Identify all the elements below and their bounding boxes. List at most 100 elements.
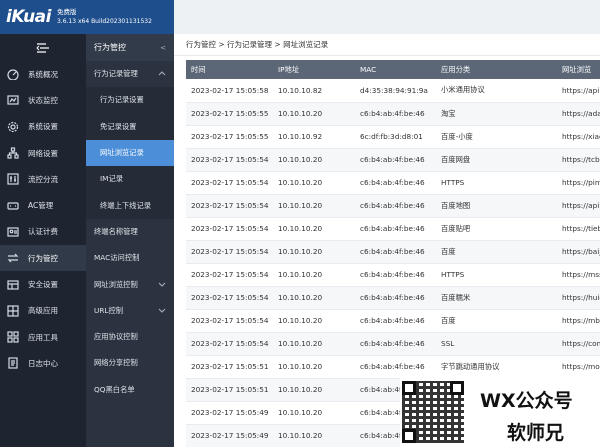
table-row[interactable]: 2023-02-17 15:05:55 10.10.10.20 c6:b4:ab:4… [186, 102, 600, 126]
table-cell: https://tieb [557, 217, 600, 241]
sidebar-collapse-icon[interactable] [0, 34, 86, 61]
sidebar-item[interactable]: 行为管控 [0, 245, 86, 272]
table-row[interactable]: 2023-02-17 15:05:58 10.10.10.82 d4:35:38:9… [186, 79, 600, 103]
sidebar-item[interactable]: 系统概况 [0, 61, 86, 87]
submenu-item[interactable]: 终端名称管理 [86, 219, 174, 245]
secondary-menu: 行为管控 < 行为记录管理行为记录设置 免记录设置网址浏览记录 IM记录终端上下线记… [86, 34, 174, 447]
table-row[interactable]: 2023-02-17 15:05:54 10.10.10.20 c6:b4:ab:4… [186, 194, 600, 218]
sidebar-item-label: 认证计费 [28, 227, 58, 237]
submenu-item[interactable]: 应用协议控制 [86, 324, 174, 350]
submenu-item[interactable]: 网址浏览控制 [86, 271, 174, 297]
submenu-item[interactable]: 免记录设置 [86, 113, 174, 140]
table-cell: c6:b4:ab:4f:be:46 [355, 102, 436, 126]
qr-corner [402, 429, 416, 443]
sidebar-item-label: 流控分流 [28, 174, 58, 184]
table-cell: c6:b4:ab:4f:be:46 [355, 217, 436, 241]
sidebar-item-label: 高级应用 [28, 306, 58, 316]
table-cell: 百度糯米 [436, 286, 557, 310]
table-cell: 10.10.10.92 [273, 125, 355, 149]
secondary-menu-header: 行为管控 < [86, 34, 174, 61]
log-icon [6, 356, 20, 370]
table-cell: c6:b4:ab:4f:be:46 [355, 263, 436, 287]
submenu-item[interactable]: URL控制 [86, 298, 174, 324]
table-row[interactable]: 2023-02-17 15:05:54 10.10.10.20 c6:b4:ab:4… [186, 148, 600, 172]
sidebar-item[interactable]: 安全设置 [0, 271, 86, 297]
sidebar-item[interactable]: 网络设置 [0, 140, 86, 166]
table-cell: https://mss [557, 263, 600, 287]
submenu-item[interactable]: 行为记录管理 [86, 61, 174, 87]
table-cell: 字节跳动通用协议 [436, 355, 557, 379]
table-cell: d4:35:38:94:91:9a [355, 79, 436, 103]
submenu-item[interactable]: QQ黑白名单 [86, 377, 174, 403]
table-row[interactable]: 2023-02-17 15:05:54 10.10.10.20 c6:b4:ab:4… [186, 332, 600, 356]
qr-corner [450, 381, 464, 395]
submenu-item[interactable]: MAC访问控制 [86, 245, 174, 271]
column-header[interactable]: 应用分类 [436, 60, 557, 79]
submenu-item-label: QQ黑白名单 [94, 384, 135, 394]
table-cell: c6:b4:ab:4f:be:46 [355, 194, 436, 218]
sidebar-item[interactable]: 流控分流 [0, 166, 86, 192]
column-header[interactable]: MAC [355, 60, 436, 79]
sidebar-item[interactable]: 系统设置 [0, 114, 86, 140]
table-cell: c6:b4:ab:4f:be:46 [355, 148, 436, 172]
table-cell: 10.10.10.20 [273, 217, 355, 241]
table-row[interactable]: 2023-02-17 15:05:51 10.10.10.20 c6:b4:ab:4… [186, 355, 600, 379]
submenu-item-label: 网址浏览记录 [100, 148, 144, 158]
column-header[interactable]: 网址浏览 [557, 60, 600, 79]
table-row[interactable]: 2023-02-17 15:05:54 10.10.10.20 c6:b4:ab:4… [186, 217, 600, 241]
table-cell: 小米通用协议 [436, 79, 557, 103]
table-cell: 10.10.10.20 [273, 355, 355, 379]
submenu-item[interactable]: 网址浏览记录 [86, 139, 174, 167]
tools-icon [6, 330, 20, 344]
table-cell: 淘宝 [436, 102, 557, 126]
table-cell: 2023-02-17 15:05:55 [186, 102, 273, 126]
table-cell: https://tcbc [557, 148, 600, 172]
auth-icon [6, 225, 20, 239]
chevron-down-icon [158, 307, 166, 315]
submenu-item-label: IM记录 [100, 174, 124, 184]
column-header[interactable]: IP地址 [273, 60, 355, 79]
main-sidebar: 系统概况状态监控系统设置网络设置流控分流 AC管理认证计费行为管控 安全设置高级应用… [0, 34, 86, 447]
table-cell: https://mor [557, 355, 600, 379]
sidebar-item[interactable]: 日志中心 [0, 350, 86, 376]
submenu-item[interactable]: IM记录 [86, 166, 174, 193]
table-cell: c6:b4:ab:4f:be:46 [355, 355, 436, 379]
table-row[interactable]: 2023-02-17 15:05:54 10.10.10.20 c6:b4:ab:4… [186, 240, 600, 264]
sidebar-item[interactable]: 应用工具 [0, 324, 86, 350]
chevron-left-icon[interactable]: < [160, 44, 166, 52]
submenu-item[interactable]: 网络分享控制 [86, 350, 174, 376]
table-row[interactable]: 2023-02-17 15:05:54 10.10.10.20 c6:b4:ab:4… [186, 286, 600, 310]
submenu-item-label: 网络分享控制 [94, 358, 138, 368]
table-row[interactable]: 2023-02-17 15:05:54 10.10.10.20 c6:b4:ab:4… [186, 263, 600, 287]
table-cell: 10.10.10.20 [273, 424, 355, 447]
submenu-item-label: 行为记录设置 [100, 95, 144, 105]
table-cell: 2023-02-17 15:05:51 [186, 355, 273, 379]
table-cell: 10.10.10.20 [273, 194, 355, 218]
security-icon [6, 278, 20, 292]
table-row[interactable]: 2023-02-17 15:05:55 10.10.10.92 6c:df:fb:3… [186, 125, 600, 149]
sidebar-item-label: 系统设置 [28, 122, 58, 132]
table-row[interactable]: 2023-02-17 15:05:54 10.10.10.20 c6:b4:ab:4… [186, 309, 600, 333]
table-cell: 2023-02-17 15:05:54 [186, 286, 273, 310]
table-cell: 2023-02-17 15:05:58 [186, 79, 273, 103]
sidebar-item[interactable]: 状态监控 [0, 87, 86, 113]
column-header[interactable]: 时间 [186, 60, 273, 79]
watermark: WX公众号 软师兄 [400, 378, 600, 447]
table-cell: c6:b4:ab:4f:be:46 [355, 240, 436, 264]
submenu-item-label: 网址浏览控制 [94, 279, 138, 289]
table-cell: 百度 [436, 309, 557, 333]
table-cell: 2023-02-17 15:05:54 [186, 263, 273, 287]
submenu-item[interactable]: 行为记录设置 [86, 87, 174, 114]
sidebar-item[interactable]: AC管理 [0, 192, 86, 218]
table-row[interactable]: 2023-02-17 15:05:54 10.10.10.20 c6:b4:ab:4… [186, 171, 600, 195]
sidebar-item-label: 系统概况 [28, 69, 58, 79]
table-cell: 2023-02-17 15:05:55 [186, 125, 273, 149]
edition-label: 免费版 [56, 8, 77, 16]
submenu-item-label: 免记录设置 [100, 121, 137, 131]
sidebar-item[interactable]: 认证计费 [0, 219, 86, 245]
sidebar-item[interactable]: 高级应用 [0, 298, 86, 324]
table-cell: 2023-02-17 15:05:51 [186, 378, 273, 402]
submenu-item[interactable]: 终端上下线记录 [86, 192, 174, 219]
table-cell: https://xiac [557, 125, 600, 149]
table-cell: 10.10.10.20 [273, 286, 355, 310]
